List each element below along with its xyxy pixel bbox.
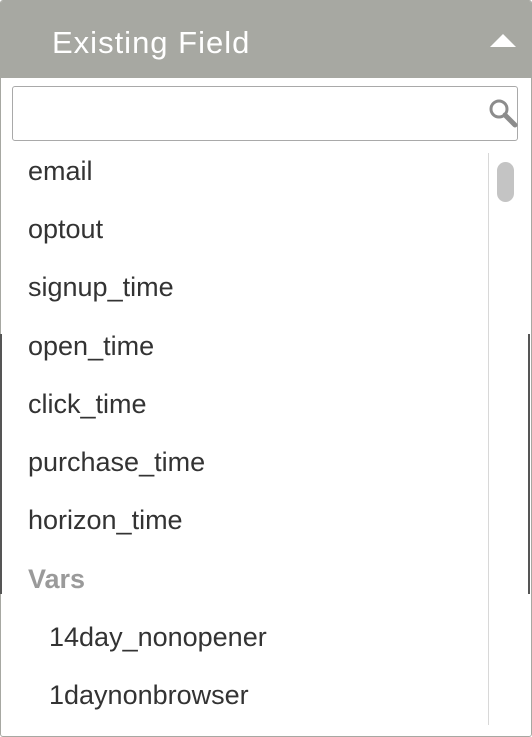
list-item[interactable]: 14day_nonopener — [49, 617, 267, 657]
dropdown-header[interactable]: Existing Field — [1, 1, 531, 78]
dropdown-title: Existing Field — [52, 25, 251, 60]
caret-up-icon[interactable] — [490, 34, 516, 47]
scrollbar-track — [488, 153, 489, 725]
field-list: email optout signup_time open_time click… — [1, 151, 491, 736]
background-edge-left — [0, 334, 2, 594]
search-box — [12, 86, 518, 141]
list-item[interactable]: email — [28, 151, 93, 191]
list-item[interactable]: optout — [28, 209, 103, 249]
list-item[interactable]: purchase_time — [28, 442, 205, 482]
list-item[interactable]: open_time — [28, 326, 154, 366]
list-item[interactable]: 1daynonbrowser — [49, 675, 249, 715]
field-dropdown: Existing Field email optout signup_time … — [0, 0, 532, 737]
search-input[interactable] — [21, 91, 475, 138]
list-item[interactable]: horizon_time — [28, 500, 183, 540]
background-edge-right — [528, 334, 530, 594]
scrollbar-thumb[interactable] — [497, 162, 514, 202]
search-icon[interactable] — [487, 97, 519, 129]
list-item[interactable]: signup_time — [28, 267, 174, 307]
list-item[interactable]: click_time — [28, 384, 147, 424]
group-label-vars: Vars — [28, 564, 86, 594]
